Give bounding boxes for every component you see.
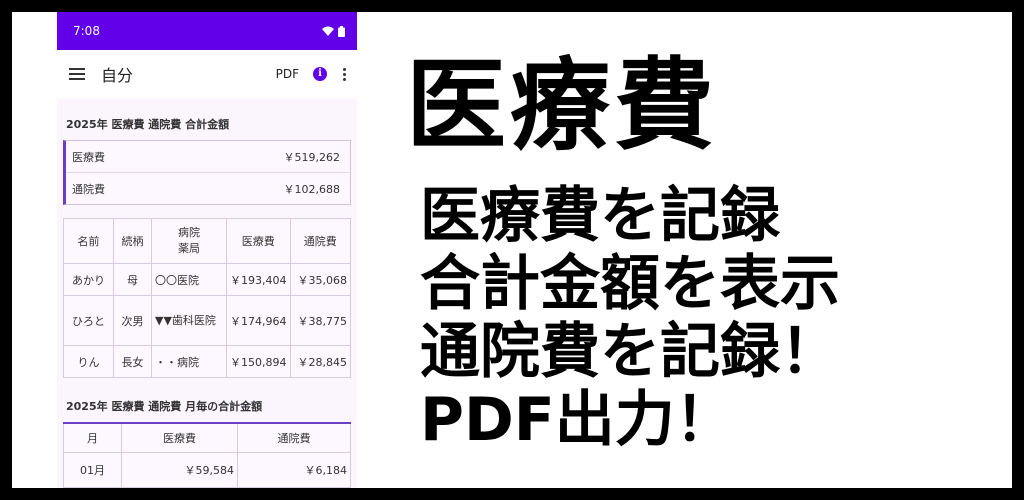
table-cell: ￥174,964 [226, 295, 291, 346]
column-header: 病院 薬局 [151, 218, 227, 264]
promo-headline: 医療費 [406, 47, 718, 164]
summary-value: ￥519,262 [283, 150, 341, 164]
table-cell: 次男 [113, 295, 152, 346]
info-icon[interactable]: i [313, 67, 327, 81]
column-header: 医療費 [121, 422, 238, 453]
summary-label: 通院費 [72, 182, 105, 196]
person-breakdown-table: 名前 続柄 病院 薬局 医療費 通院費 あかり 母 〇〇医院 ￥193,404 ￥… [63, 218, 351, 378]
summary-row-medical: 医療費 ￥519,262 [66, 141, 350, 172]
column-header: 月 [63, 422, 122, 453]
table-row[interactable]: あかり 母 〇〇医院 ￥193,404 ￥35,068 [63, 263, 351, 296]
main-content: 2025年 医療費 通院費 合計金額 医療費 ￥519,262 通院費 ￥102… [57, 98, 357, 488]
battery-icon [338, 25, 345, 37]
table-cell: ￥28,845 [289, 345, 351, 378]
table-row[interactable]: 01月 ￥59,584 ￥6,184 [63, 452, 351, 488]
table-cell: あかり [63, 263, 114, 296]
table-header-row: 月 医療費 通院費 [63, 422, 351, 453]
table-cell: 長女 [113, 345, 152, 378]
summary-label: 医療費 [72, 150, 105, 164]
column-header: 名前 [63, 218, 114, 264]
pdf-button[interactable]: PDF [276, 67, 299, 81]
table-cell: ・・病院 [151, 345, 227, 378]
section-title-yearly: 2025年 医療費 通院費 合計金額 [66, 118, 230, 131]
table-cell: ￥38,775 [289, 295, 351, 346]
wifi-icon [322, 26, 334, 36]
status-icons [322, 25, 345, 37]
table-cell: ￥150,894 [226, 345, 291, 378]
table-cell: ￥6,184 [237, 452, 351, 488]
status-time: 7:08 [73, 24, 100, 38]
table-cell: 〇〇医院 [151, 263, 227, 296]
promo-line: 医療費を記録 [420, 181, 780, 251]
summary-card: 医療費 ￥519,262 通院費 ￥102,688 [63, 140, 351, 205]
promo-panel: 医療費 医療費を記録 合計金額を表示 通院費を記録！ PDF出力！ [402, 12, 1012, 488]
table-cell: ▼▼歯科医院 [151, 295, 227, 346]
phone-screen: 7:08 自分 PDF i 2025年 医療費 通院費 合計金額 医療費 ￥51… [57, 12, 357, 488]
column-header: 続柄 [113, 218, 152, 264]
column-header: 医療費 [226, 218, 291, 264]
screenshot-frame: 7:08 自分 PDF i 2025年 医療費 通院費 合計金額 医療費 ￥51… [12, 12, 1012, 488]
monthly-table: 月 医療費 通院費 01月 ￥59,584 ￥6,184 [63, 422, 351, 488]
summary-value: ￥102,688 [283, 182, 341, 196]
column-header: 通院費 [289, 218, 351, 264]
table-cell: ￥193,404 [226, 263, 291, 296]
table-row[interactable]: ひろと 次男 ▼▼歯科医院 ￥174,964 ￥38,775 [63, 295, 351, 346]
table-cell: ひろと [63, 295, 114, 346]
table-cell: ￥59,584 [121, 452, 238, 488]
table-row[interactable]: りん 長女 ・・病院 ￥150,894 ￥28,845 [63, 345, 351, 378]
table-cell: りん [63, 345, 114, 378]
more-vert-icon[interactable] [343, 67, 347, 81]
app-bar: 自分 PDF i [57, 50, 357, 98]
menu-icon[interactable] [69, 68, 85, 80]
promo-lines: 医療費を記録 合計金額を表示 通院費を記録！ PDF出力！ [420, 182, 840, 454]
promo-line: PDF出力！ [420, 385, 735, 455]
summary-row-transport: 通院費 ￥102,688 [66, 172, 350, 204]
promo-line: 通院費を記録！ [420, 317, 840, 387]
page-title: 自分 [101, 66, 134, 85]
section-title-monthly: 2025年 医療費 通院費 月毎の合計金額 [66, 400, 263, 413]
promo-line: 合計金額を表示 [420, 249, 840, 319]
table-cell: 01月 [63, 452, 122, 488]
table-header-row: 名前 続柄 病院 薬局 医療費 通院費 [63, 218, 351, 264]
column-header: 通院費 [237, 422, 351, 453]
status-bar: 7:08 [57, 12, 357, 50]
table-cell: ￥35,068 [289, 263, 351, 296]
table-cell: 母 [113, 263, 152, 296]
